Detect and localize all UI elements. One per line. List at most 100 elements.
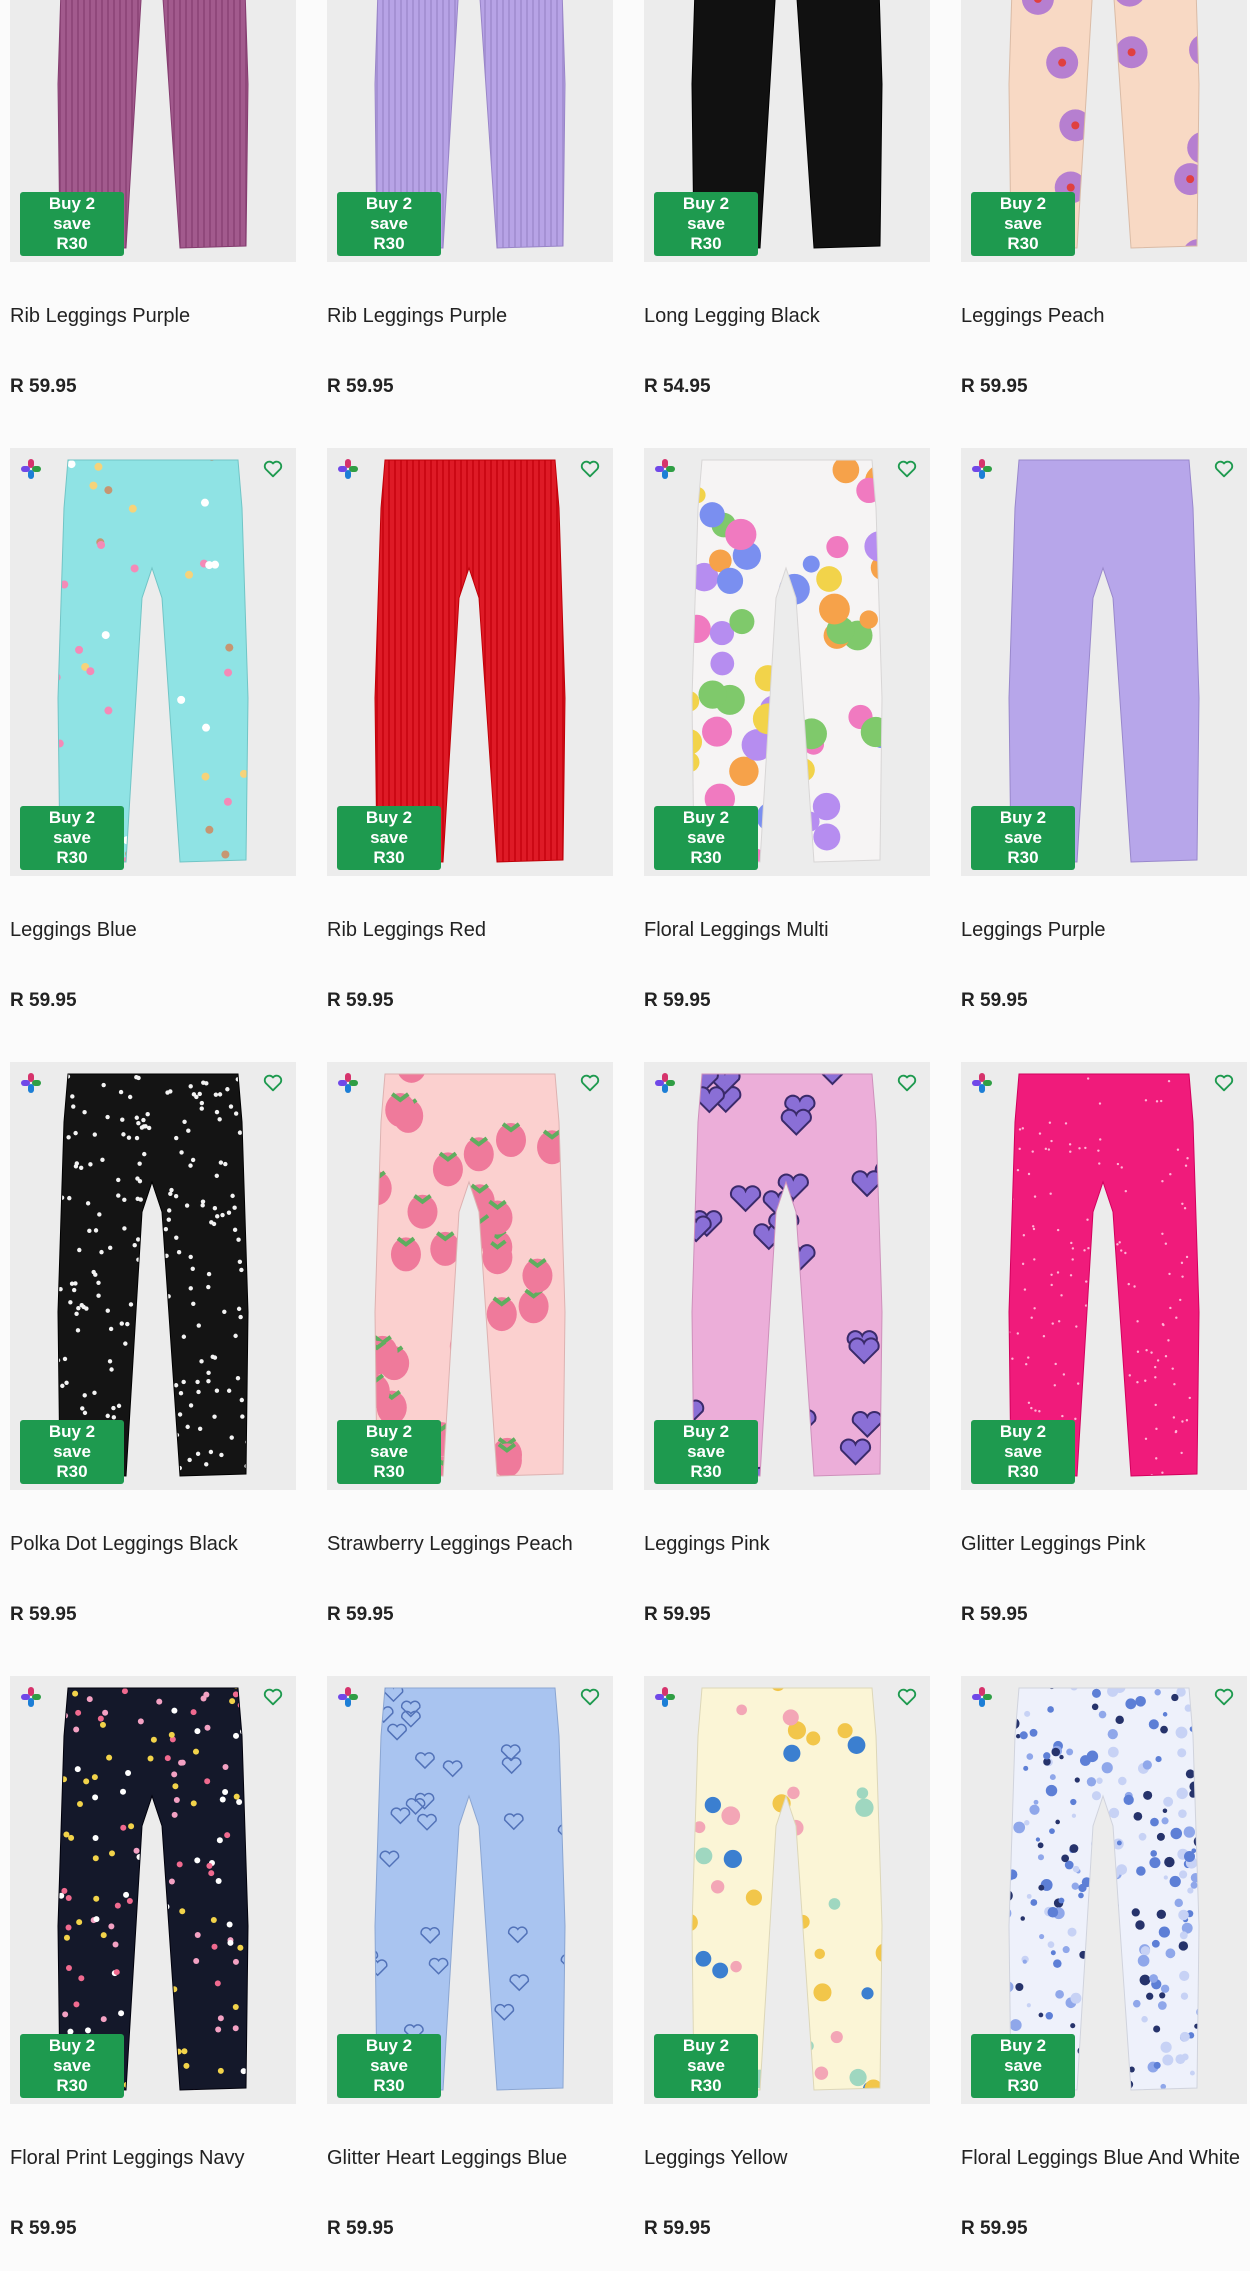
heart-outline-icon[interactable] xyxy=(896,1686,918,1708)
product-image[interactable]: Buy 2 save R30 xyxy=(644,1676,930,2104)
product-image[interactable]: Buy 2 save R30 xyxy=(327,1062,613,1490)
compare-icon[interactable] xyxy=(654,1686,676,1708)
compare-icon[interactable] xyxy=(654,1072,676,1094)
compare-icon[interactable] xyxy=(654,458,676,480)
heart-outline-icon[interactable] xyxy=(262,458,284,480)
heart-outline-icon[interactable] xyxy=(1213,1686,1235,1708)
product-image[interactable]: Buy 2 save R30 xyxy=(10,0,296,262)
product-image[interactable]: Buy 2 save R30 xyxy=(327,1676,613,2104)
product-image[interactable]: Buy 2 save R30 xyxy=(327,0,613,262)
product-image[interactable]: Buy 2 save R30 xyxy=(961,1062,1247,1490)
promo-badge: Buy 2 save R30 xyxy=(20,1420,124,1484)
product-grid: Buy 2 save R30 Rib Leggings Purple R 59.95 … xyxy=(0,0,1250,2271)
promo-badge-line1: Buy 2 save xyxy=(999,2036,1047,2075)
product-image[interactable]: Buy 2 save R30 xyxy=(961,448,1247,876)
promo-badge-line2: R30 xyxy=(373,234,405,253)
heart-outline-icon[interactable] xyxy=(896,458,918,480)
product-name[interactable]: Floral Print Leggings Navy xyxy=(10,2146,296,2171)
product-price: R 59.95 xyxy=(327,990,394,1011)
compare-icon[interactable] xyxy=(337,1072,359,1094)
product-card[interactable]: Buy 2 save R30 Glitter Heart Leggings Blue… xyxy=(327,1676,613,2248)
product-name[interactable]: Rib Leggings Purple xyxy=(327,304,613,329)
product-card[interactable]: Buy 2 save R30 Floral Print Leggings Navy R… xyxy=(10,1676,296,2248)
product-card[interactable]: Buy 2 save R30 Floral Leggings Blue And Wh… xyxy=(961,1676,1247,2248)
product-price: R 59.95 xyxy=(644,990,711,1011)
product-price: R 59.95 xyxy=(961,2218,1028,2239)
product-price: R 59.95 xyxy=(644,2218,711,2239)
compare-icon[interactable] xyxy=(337,1686,359,1708)
product-card[interactable]: Buy 2 save R30 Leggings Peach R 59.95 xyxy=(961,0,1247,406)
heart-outline-icon[interactable] xyxy=(896,1072,918,1094)
product-name[interactable]: Rib Leggings Red xyxy=(327,918,613,943)
promo-badge-line2: R30 xyxy=(1007,234,1039,253)
product-card[interactable]: Buy 2 save R30 Strawberry Leggings Peach R … xyxy=(327,1062,613,1634)
compare-icon[interactable] xyxy=(971,1686,993,1708)
product-name[interactable]: Floral Leggings Blue And White xyxy=(961,2146,1247,2171)
heart-outline-icon[interactable] xyxy=(1213,1072,1235,1094)
product-image[interactable]: Buy 2 save R30 xyxy=(10,448,296,876)
promo-badge: Buy 2 save R30 xyxy=(971,192,1075,256)
product-name[interactable]: Leggings Yellow xyxy=(644,2146,930,2171)
product-card[interactable]: Buy 2 save R30 Leggings Blue R 59.95 xyxy=(10,448,296,1020)
promo-badge-line1: Buy 2 save xyxy=(365,2036,413,2075)
product-card[interactable]: Buy 2 save R30 Polka Dot Leggings Black R 5… xyxy=(10,1062,296,1634)
promo-badge: Buy 2 save R30 xyxy=(337,1420,441,1484)
promo-badge: Buy 2 save R30 xyxy=(654,1420,758,1484)
product-name[interactable]: Leggings Pink xyxy=(644,1532,930,1557)
promo-badge-line2: R30 xyxy=(690,234,722,253)
compare-icon[interactable] xyxy=(20,1072,42,1094)
product-name[interactable]: Leggings Peach xyxy=(961,304,1247,329)
promo-badge-line2: R30 xyxy=(1007,1462,1039,1481)
product-image[interactable]: Buy 2 save R30 xyxy=(644,1062,930,1490)
product-image[interactable]: Buy 2 save R30 xyxy=(961,0,1247,262)
product-image[interactable]: Buy 2 save R30 xyxy=(10,1062,296,1490)
promo-badge: Buy 2 save R30 xyxy=(654,806,758,870)
promo-badge: Buy 2 save R30 xyxy=(654,2034,758,2098)
product-name[interactable]: Glitter Leggings Pink xyxy=(961,1532,1247,1557)
heart-outline-icon[interactable] xyxy=(262,1072,284,1094)
product-name[interactable]: Polka Dot Leggings Black xyxy=(10,1532,296,1557)
product-card[interactable]: Buy 2 save R30 Long Legging Black R 54.95 xyxy=(644,0,930,406)
product-card[interactable]: Buy 2 save R30 Rib Leggings Purple R 59.95 xyxy=(327,0,613,406)
promo-badge-line1: Buy 2 save xyxy=(48,194,96,233)
promo-badge: Buy 2 save R30 xyxy=(971,2034,1075,2098)
product-card[interactable]: Buy 2 save R30 Floral Leggings Multi R 59.9… xyxy=(644,448,930,1020)
product-name[interactable]: Floral Leggings Multi xyxy=(644,918,930,943)
promo-badge-line2: R30 xyxy=(373,848,405,867)
promo-badge-line1: Buy 2 save xyxy=(999,194,1047,233)
product-image[interactable]: Buy 2 save R30 xyxy=(327,448,613,876)
product-card[interactable]: Buy 2 save R30 Leggings Yellow R 59.95 xyxy=(644,1676,930,2248)
product-price: R 59.95 xyxy=(10,2218,77,2239)
heart-outline-icon[interactable] xyxy=(262,1686,284,1708)
heart-outline-icon[interactable] xyxy=(1213,458,1235,480)
product-card[interactable]: Buy 2 save R30 Rib Leggings Purple R 59.95 xyxy=(10,0,296,406)
compare-icon[interactable] xyxy=(20,1686,42,1708)
heart-outline-icon[interactable] xyxy=(579,1072,601,1094)
promo-badge-line1: Buy 2 save xyxy=(999,1422,1047,1461)
promo-badge: Buy 2 save R30 xyxy=(654,192,758,256)
product-name[interactable]: Strawberry Leggings Peach xyxy=(327,1532,613,1557)
compare-icon[interactable] xyxy=(20,458,42,480)
product-card[interactable]: Buy 2 save R30 Leggings Pink R 59.95 xyxy=(644,1062,930,1634)
promo-badge: Buy 2 save R30 xyxy=(20,2034,124,2098)
product-name[interactable]: Leggings Blue xyxy=(10,918,296,943)
product-name[interactable]: Leggings Purple xyxy=(961,918,1247,943)
product-card[interactable]: Buy 2 save R30 Leggings Purple R 59.95 xyxy=(961,448,1247,1020)
compare-icon[interactable] xyxy=(971,1072,993,1094)
product-image[interactable]: Buy 2 save R30 xyxy=(10,1676,296,2104)
heart-outline-icon[interactable] xyxy=(579,458,601,480)
heart-outline-icon[interactable] xyxy=(579,1686,601,1708)
product-name[interactable]: Glitter Heart Leggings Blue xyxy=(327,2146,613,2171)
product-price: R 59.95 xyxy=(961,376,1028,397)
product-card[interactable]: Buy 2 save R30 Rib Leggings Red R 59.95 xyxy=(327,448,613,1020)
product-name[interactable]: Long Legging Black xyxy=(644,304,930,329)
compare-icon[interactable] xyxy=(337,458,359,480)
compare-icon[interactable] xyxy=(971,458,993,480)
promo-badge-line1: Buy 2 save xyxy=(48,1422,96,1461)
promo-badge: Buy 2 save R30 xyxy=(337,806,441,870)
product-image[interactable]: Buy 2 save R30 xyxy=(961,1676,1247,2104)
product-card[interactable]: Buy 2 save R30 Glitter Leggings Pink R 59.9… xyxy=(961,1062,1247,1634)
product-image[interactable]: Buy 2 save R30 xyxy=(644,0,930,262)
product-name[interactable]: Rib Leggings Purple xyxy=(10,304,296,329)
product-image[interactable]: Buy 2 save R30 xyxy=(644,448,930,876)
